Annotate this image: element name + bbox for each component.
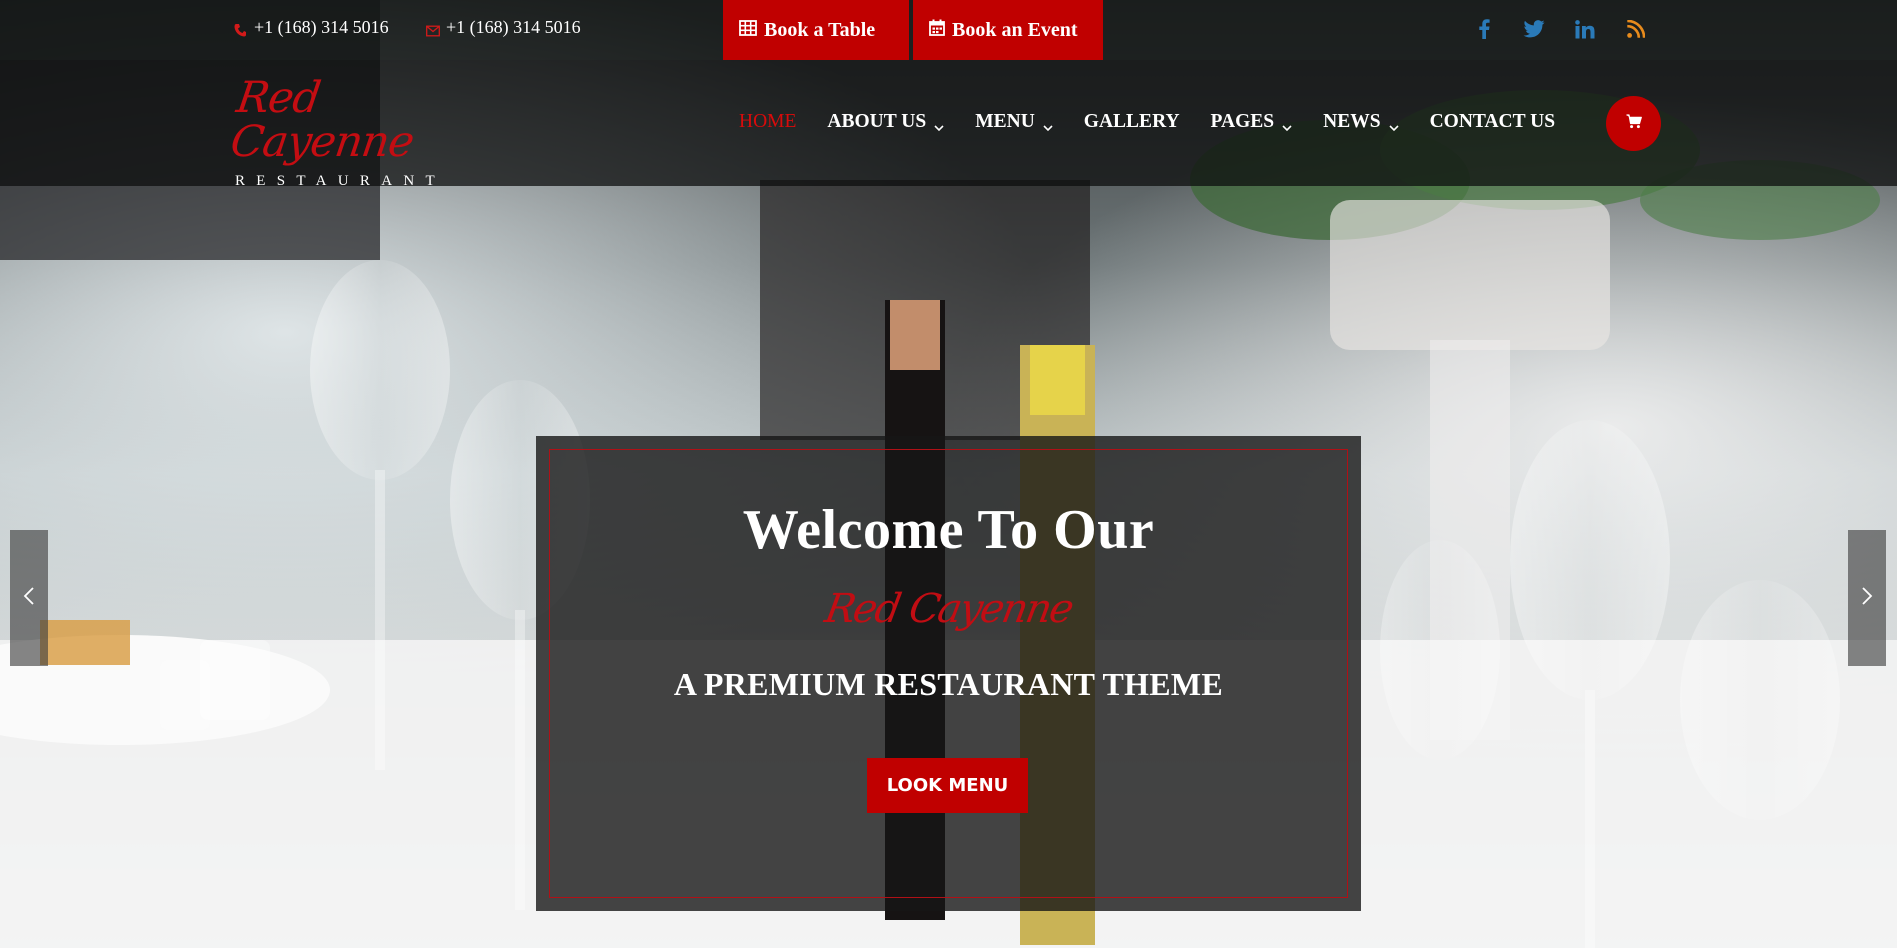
site-logo[interactable]: Red Cayenne RESTAURANT	[227, 73, 464, 190]
nav-item-contact-us[interactable]: CONTACT US	[1430, 111, 1556, 133]
hero-subtitle: A PREMIUM RESTAURANT THEME	[673, 666, 1224, 702]
envelope-icon	[426, 21, 440, 36]
shopping-cart-icon	[1626, 114, 1642, 133]
logo-subtitle: RESTAURANT	[235, 173, 446, 189]
chevron-down-icon	[1282, 117, 1292, 132]
chevron-left-icon	[23, 587, 35, 609]
nav-item-gallery[interactable]: GALLERY	[1084, 111, 1180, 133]
chevron-down-icon	[934, 117, 944, 132]
phone-icon	[234, 21, 246, 36]
linkedin-icon[interactable]	[1572, 16, 1598, 42]
nav-item-menu[interactable]: MENU	[975, 111, 1053, 133]
book-table-button[interactable]: Book a Table	[723, 0, 909, 60]
rss-icon[interactable]	[1623, 16, 1649, 42]
phone-number: +1 (168) 314 5016	[254, 17, 389, 37]
chevron-down-icon	[1043, 117, 1053, 132]
hero-title: Welcome To Our	[742, 499, 1155, 561]
calendar-icon	[929, 19, 945, 42]
look-menu-button[interactable]: LOOK MENU	[867, 758, 1028, 813]
nav-item-home[interactable]: HOME	[739, 111, 796, 133]
nav-item-pages[interactable]: PAGES	[1211, 111, 1293, 133]
chevron-right-icon	[1861, 587, 1873, 609]
slider-prev-button[interactable]	[10, 530, 48, 666]
table-grid-icon	[739, 19, 757, 42]
nav-item-label: ABOUT US	[827, 111, 927, 132]
main-nav: HOME ABOUT US MENU GALLERY PAGES NEWS CO…	[739, 109, 1586, 135]
slider-next-button[interactable]	[1848, 530, 1886, 666]
email-contact[interactable]: +1 (168) 314 5016	[426, 17, 581, 38]
cart-button[interactable]	[1606, 96, 1661, 151]
facebook-icon[interactable]	[1471, 16, 1497, 42]
nav-item-news[interactable]: NEWS	[1323, 111, 1399, 133]
logo-script: Red Cayenne	[227, 73, 417, 167]
nav-item-label: MENU	[975, 111, 1035, 132]
nav-item-about-us[interactable]: ABOUT US	[827, 111, 944, 133]
nav-item-label: HOME	[739, 111, 797, 132]
hero-caption-box: Welcome To Our Red Cayenne A PREMIUM RES…	[536, 436, 1361, 911]
book-event-button[interactable]: Book an Event	[913, 0, 1103, 60]
email-text: +1 (168) 314 5016	[446, 17, 581, 37]
chevron-down-icon	[1388, 117, 1399, 132]
book-event-label: Book an Event	[952, 18, 1078, 41]
hero-script-title: Red Cayenne	[821, 586, 1076, 632]
main-header: Red Cayenne RESTAURANT HOME ABOUT US MEN…	[0, 60, 1897, 189]
book-table-label: Book a Table	[764, 18, 876, 41]
twitter-icon[interactable]	[1521, 16, 1547, 42]
top-bar: +1 (168) 314 5016 +1 (168) 314 5016 Book…	[0, 0, 1897, 60]
nav-item-label: PAGES	[1210, 111, 1275, 132]
phone-contact[interactable]: +1 (168) 314 5016	[234, 17, 389, 38]
nav-item-label: CONTACT US	[1429, 111, 1556, 132]
nav-item-label: GALLERY	[1083, 111, 1180, 132]
nav-item-label: NEWS	[1323, 111, 1381, 132]
